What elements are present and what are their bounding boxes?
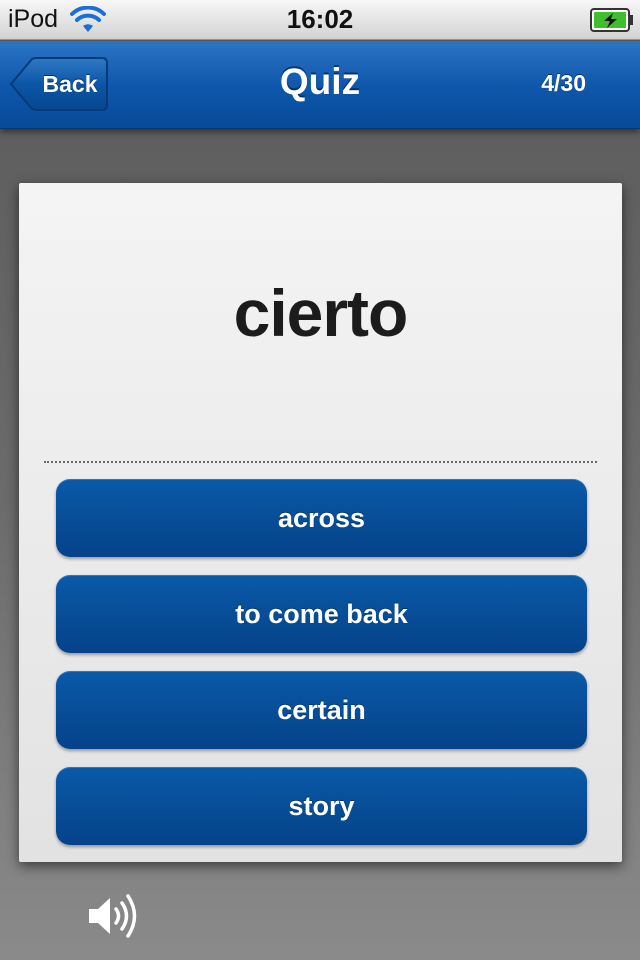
- divider: [44, 461, 597, 463]
- clock: 16:02: [286, 4, 354, 34]
- nav-bar: Back Quiz 4/30: [0, 41, 640, 129]
- answer-button-2[interactable]: to come back: [56, 575, 587, 653]
- back-label: Back: [42, 71, 98, 97]
- page-title: Quiz: [279, 61, 361, 102]
- answer-button-4[interactable]: story: [56, 767, 587, 845]
- speaker-button[interactable]: [86, 890, 142, 942]
- speaker-icon: [89, 894, 137, 938]
- answer-button-3[interactable]: certain: [56, 671, 587, 749]
- question-counter: 4/30: [541, 70, 586, 96]
- flashcard: cierto across to come back certain story: [19, 183, 622, 862]
- back-button[interactable]: Back: [10, 57, 108, 111]
- quiz-word: cierto: [233, 276, 409, 350]
- status-bar: iPod 16:02: [0, 0, 640, 40]
- answer-list: across to come back certain story: [56, 479, 587, 863]
- battery-icon: [590, 8, 633, 32]
- answer-button-1[interactable]: across: [56, 479, 587, 557]
